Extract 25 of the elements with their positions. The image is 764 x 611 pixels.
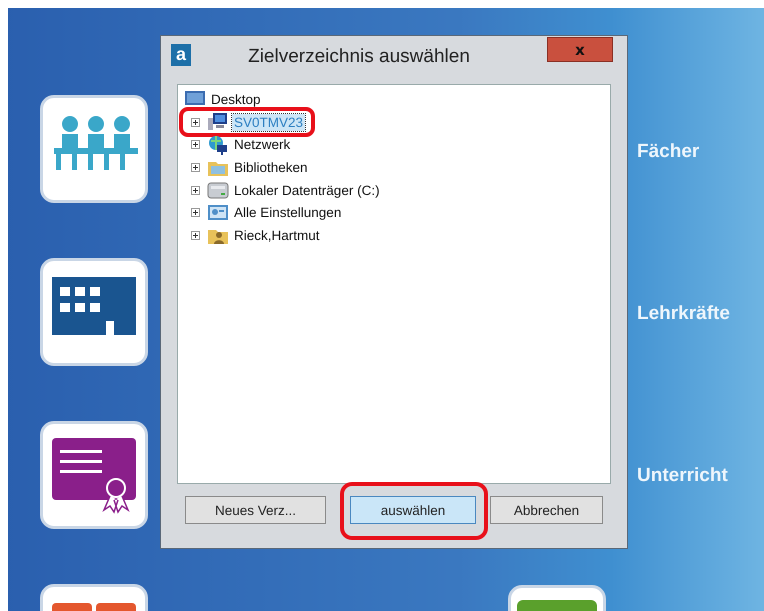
computer-icon xyxy=(207,112,229,132)
globe-computer-icon xyxy=(207,134,229,155)
app-tile[interactable] xyxy=(40,421,148,529)
app-tile[interactable] xyxy=(40,258,148,366)
close-button[interactable]: x xyxy=(547,37,613,62)
expand-icon[interactable] xyxy=(191,186,200,195)
window-title: Zielverzeichnis auswählen xyxy=(247,45,471,68)
expand-icon[interactable] xyxy=(191,140,200,150)
app-tile[interactable] xyxy=(40,95,148,203)
tree-item[interactable]: Netzwerk xyxy=(232,136,292,154)
dialog-button[interactable]: Neues Verz... xyxy=(185,496,326,524)
dialog-button[interactable]: Abbrechen xyxy=(490,496,603,524)
panel-icon xyxy=(207,202,229,223)
expand-icon[interactable] xyxy=(191,208,200,218)
expand-icon[interactable] xyxy=(191,162,200,172)
app-logo-icon: a xyxy=(171,44,191,66)
dialog-button[interactable]: auswählen xyxy=(350,496,476,524)
tree-item[interactable]: Rieck,Hartmut xyxy=(232,226,322,244)
tree-item[interactable]: Alle Einstellungen xyxy=(232,204,344,222)
tree-item[interactable]: Lokaler Datenträger (C:) xyxy=(232,182,382,199)
drive-icon xyxy=(207,180,229,200)
expand-icon[interactable] xyxy=(191,230,200,240)
expand-icon[interactable] xyxy=(191,118,200,127)
tree-item[interactable]: Desktop xyxy=(209,90,263,108)
tree-item[interactable]: Bibliotheken xyxy=(232,158,310,176)
